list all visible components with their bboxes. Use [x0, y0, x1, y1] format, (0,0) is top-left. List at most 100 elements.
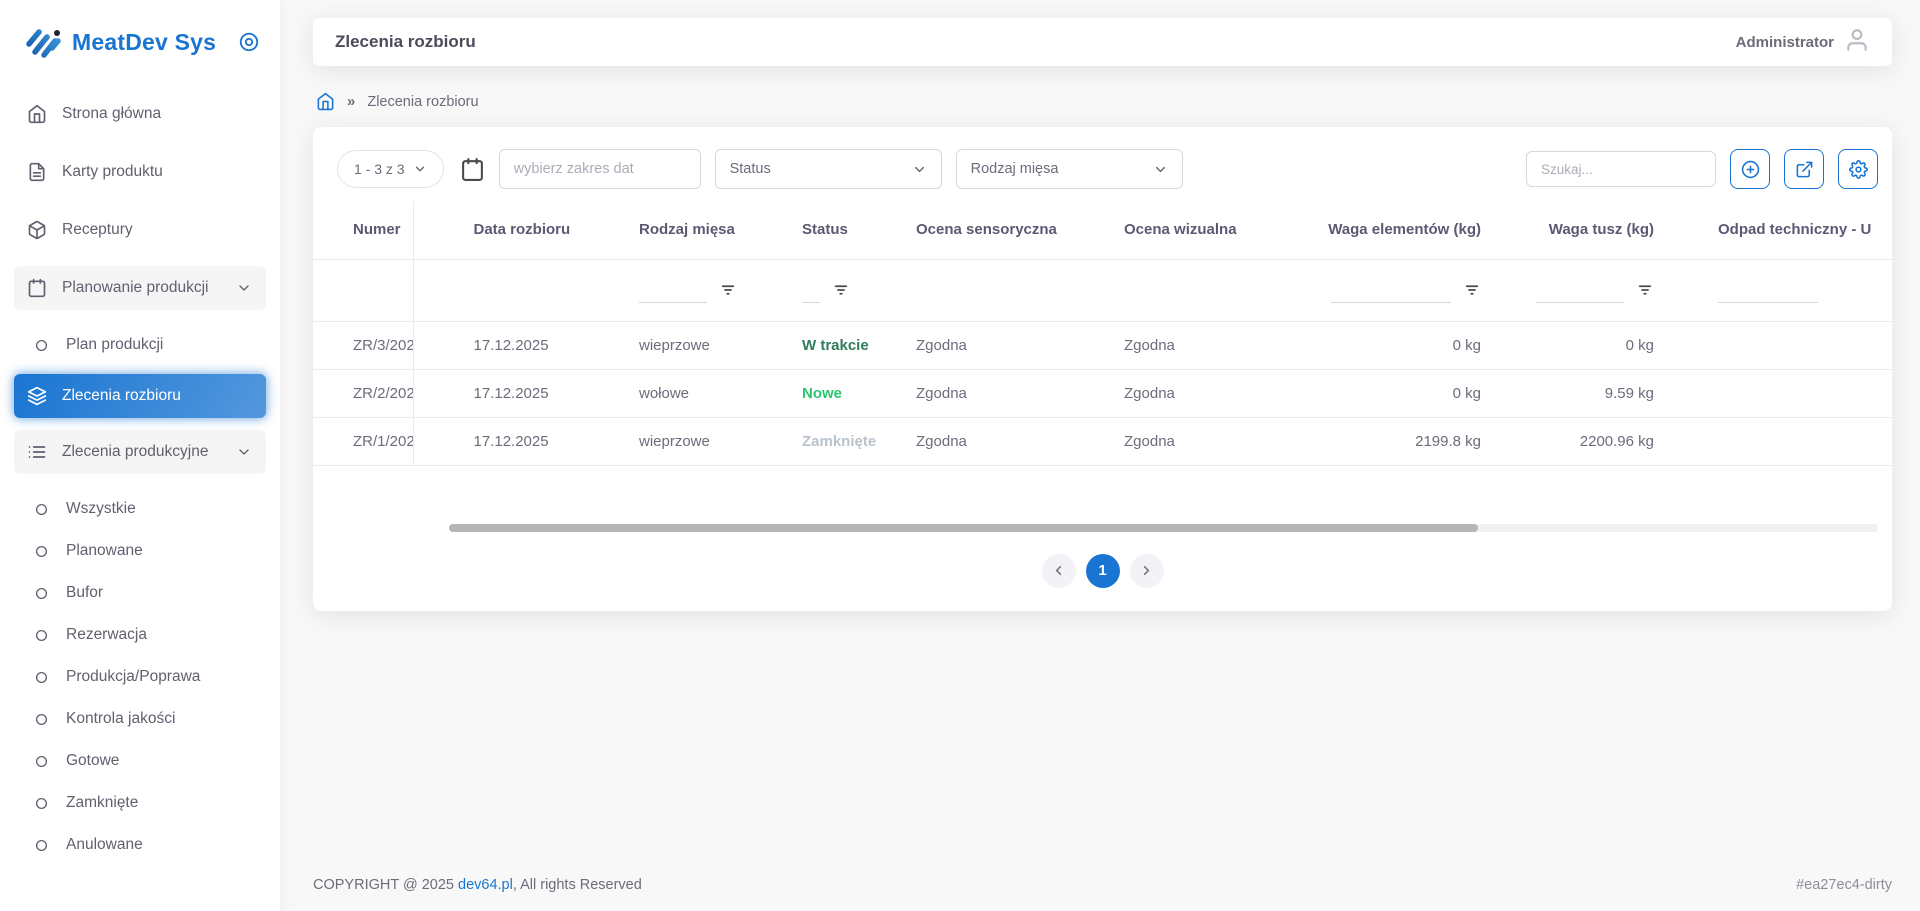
- cell-odpad-techniczny: [1670, 321, 1892, 369]
- sidebar-group-zlecenia-produkcyjne[interactable]: Zlecenia produkcyjne: [14, 430, 266, 474]
- build-version: #ea27ec4-dirty: [1796, 877, 1892, 893]
- column-header-waga-tusz[interactable]: Waga tusz (kg): [1497, 201, 1670, 259]
- orders-table: Numer Data rozbioru Rodzaj mięsa Status …: [313, 201, 1892, 466]
- table-toolbar: 1 - 3 z 3 Status Rodzaj mięsa: [313, 127, 1892, 189]
- sidebar-toggle-icon[interactable]: [238, 31, 260, 53]
- sidebar-item-label: Anulowane: [66, 836, 143, 854]
- filter-icon[interactable]: [832, 281, 850, 299]
- breadcrumb-home-icon[interactable]: [316, 92, 335, 111]
- sidebar-item-rezerwacja[interactable]: Rezerwacja: [14, 614, 266, 656]
- table-header-row: Numer Data rozbioru Rodzaj mięsa Status …: [313, 201, 1892, 259]
- column-header-ocena-wizualna[interactable]: Ocena wizualna: [1108, 201, 1298, 259]
- cell-rodzaj-miesa: wieprzowe: [623, 321, 786, 369]
- column-header-ocena-sensoryczna[interactable]: Ocena sensoryczna: [900, 201, 1108, 259]
- circle-icon: [30, 839, 52, 852]
- export-button[interactable]: [1784, 149, 1824, 189]
- column-filter-input-waga-elementow[interactable]: [1331, 277, 1451, 303]
- cell-numer: ZR/3/2025: [313, 321, 413, 369]
- circle-icon: [30, 503, 52, 516]
- app-title: MeatDev Sys: [72, 29, 216, 56]
- user-menu[interactable]: Administrator: [1736, 27, 1870, 58]
- circle-icon: [30, 339, 52, 352]
- column-header-waga-elementow[interactable]: Waga elementów (kg): [1298, 201, 1497, 259]
- chevron-left-icon: [1051, 563, 1066, 578]
- circle-icon: [30, 545, 52, 558]
- scrollbar-thumb[interactable]: [449, 524, 1478, 532]
- horizontal-scrollbar[interactable]: [449, 524, 1878, 532]
- search-input[interactable]: [1526, 151, 1716, 187]
- package-icon: [26, 220, 48, 240]
- cell-ocena-wizualna: Zgodna: [1108, 417, 1298, 465]
- layers-icon: [26, 386, 48, 406]
- pagination-next-button[interactable]: [1130, 554, 1164, 588]
- column-filter-input-status[interactable]: [802, 277, 820, 303]
- meat-type-filter-value: Rodzaj mięsa: [971, 161, 1059, 177]
- sidebar-item-plan-produkcji[interactable]: Plan produkcji: [14, 324, 266, 366]
- cell-waga-elementow: 2199.8 kg: [1298, 417, 1497, 465]
- cell-ocena-wizualna: Zgodna: [1108, 369, 1298, 417]
- table-row[interactable]: ZR/2/2025 17.12.2025 wołowe Nowe Zgodna …: [313, 369, 1892, 417]
- copyright-text: COPYRIGHT @ 2025 dev64.pl, All rights Re…: [313, 877, 642, 893]
- sidebar-item-label: Receptury: [62, 221, 133, 239]
- cell-ocena-sensoryczna: Zgodna: [900, 369, 1108, 417]
- filter-icon[interactable]: [719, 281, 737, 299]
- pagination-prev-button[interactable]: [1042, 554, 1076, 588]
- settings-button[interactable]: [1838, 149, 1878, 189]
- meat-type-filter-select[interactable]: Rodzaj mięsa: [956, 149, 1183, 189]
- sidebar-item-strona-glowna[interactable]: Strona główna: [14, 92, 266, 136]
- pagination-page-button[interactable]: 1: [1086, 554, 1120, 588]
- sidebar-item-produkcja-poprawa[interactable]: Produkcja/Poprawa: [14, 656, 266, 698]
- sidebar-item-zamkniete[interactable]: Zamknięte: [14, 782, 266, 824]
- sidebar-item-label: Produkcja/Poprawa: [66, 668, 200, 686]
- page-title: Zlecenia rozbioru: [335, 32, 476, 52]
- circle-icon: [30, 671, 52, 684]
- sidebar-item-label: Rezerwacja: [66, 626, 147, 644]
- chevron-down-icon: [1153, 162, 1168, 177]
- calendar-icon: [26, 278, 48, 298]
- column-header-data-rozbioru[interactable]: Data rozbioru: [413, 201, 623, 259]
- table-row[interactable]: ZR/3/2025 17.12.2025 wieprzowe W trakcie…: [313, 321, 1892, 369]
- user-icon: [1844, 27, 1870, 58]
- page-size-label: 1 - 3 z 3: [354, 161, 405, 177]
- column-filter-input-odpad[interactable]: [1718, 277, 1818, 303]
- cell-waga-tusz: 0 kg: [1497, 321, 1670, 369]
- sidebar-group-planowanie-produkcji[interactable]: Planowanie produkcji: [14, 266, 266, 310]
- sidebar-item-planowane[interactable]: Planowane: [14, 530, 266, 572]
- calendar-icon[interactable]: [460, 157, 485, 182]
- sidebar-item-label: Wszystkie: [66, 500, 136, 518]
- circle-icon: [30, 797, 52, 810]
- column-header-status[interactable]: Status: [786, 201, 900, 259]
- column-filter-input-waga-tusz[interactable]: [1536, 277, 1624, 303]
- column-filter-input-rodzaj-miesa[interactable]: [639, 277, 707, 303]
- filter-icon[interactable]: [1463, 281, 1481, 299]
- sidebar-item-kontrola-jakosci[interactable]: Kontrola jakości: [14, 698, 266, 740]
- gear-icon: [1849, 160, 1868, 179]
- sidebar-item-karty-produktu[interactable]: Karty produktu: [14, 150, 266, 194]
- page-size-select[interactable]: 1 - 3 z 3: [337, 150, 444, 188]
- sidebar-item-zlecenia-rozbioru[interactable]: Zlecenia rozbioru: [14, 374, 266, 418]
- status-badge: Nowe: [802, 385, 842, 402]
- status-filter-select[interactable]: Status: [715, 149, 942, 189]
- sidebar-item-gotowe[interactable]: Gotowe: [14, 740, 266, 782]
- chevron-right-icon: [1139, 563, 1154, 578]
- cell-waga-tusz: 2200.96 kg: [1497, 417, 1670, 465]
- cell-rodzaj-miesa: wołowe: [623, 369, 786, 417]
- sidebar-item-bufor[interactable]: Bufor: [14, 572, 266, 614]
- cell-waga-elementow: 0 kg: [1298, 369, 1497, 417]
- sidebar-item-wszystkie[interactable]: Wszystkie: [14, 488, 266, 530]
- column-header-odpad-techniczny[interactable]: Odpad techniczny - U: [1670, 201, 1892, 259]
- sidebar-item-anulowane[interactable]: Anulowane: [14, 824, 266, 866]
- sidebar-item-label: Zamknięte: [66, 794, 138, 812]
- topbar: Zlecenia rozbioru Administrator: [313, 18, 1892, 66]
- date-range-input[interactable]: [499, 149, 701, 189]
- sidebar-item-receptury[interactable]: Receptury: [14, 208, 266, 252]
- table-row[interactable]: ZR/1/2025 17.12.2025 wieprzowe Zamknięte…: [313, 417, 1892, 465]
- filter-icon[interactable]: [1636, 281, 1654, 299]
- circle-icon: [30, 755, 52, 768]
- column-header-numer[interactable]: Numer: [313, 201, 413, 259]
- column-header-rodzaj-miesa[interactable]: Rodzaj mięsa: [623, 201, 786, 259]
- footer-link[interactable]: dev64.pl: [458, 877, 513, 893]
- cell-numer: ZR/1/2025: [313, 417, 413, 465]
- add-order-button[interactable]: [1730, 149, 1770, 189]
- cell-waga-elementow: 0 kg: [1298, 321, 1497, 369]
